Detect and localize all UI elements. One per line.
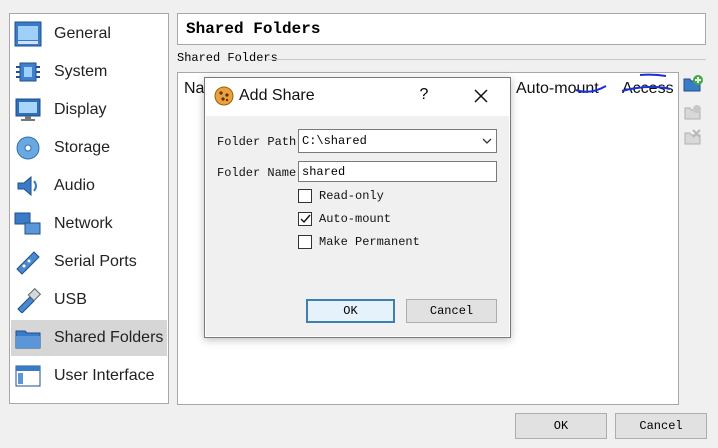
folder-name-label: Folder Name: <box>217 166 304 180</box>
sidebar-item-audio[interactable]: Audio <box>11 168 167 204</box>
folder-path-label: Folder Path: <box>217 135 304 149</box>
cancel-button[interactable]: Cancel <box>615 413 707 439</box>
storage-icon <box>13 134 43 162</box>
sidebar-item-label: Serial Ports <box>54 253 137 270</box>
dialog-title: Add Share <box>239 87 315 104</box>
close-icon <box>471 89 491 110</box>
auto-mount-checkbox[interactable]: Auto-mount <box>298 211 391 227</box>
read-only-box[interactable] <box>298 189 312 203</box>
add-share-icon <box>683 74 703 99</box>
folder-path-value: C:\shared <box>302 134 367 148</box>
edit-share-icon <box>683 102 703 127</box>
folder-path-select[interactable]: C:\shared <box>298 129 497 153</box>
sidebar-item-serial-ports[interactable]: Serial Ports <box>11 244 167 280</box>
usb-icon <box>13 286 43 314</box>
make-permanent-box[interactable] <box>298 235 312 249</box>
chevron-down-icon <box>482 136 492 146</box>
group-label: Shared Folders <box>177 51 278 65</box>
sidebar-item-label: Audio <box>54 177 95 194</box>
network-icon <box>13 210 43 238</box>
group-divider <box>268 59 706 60</box>
sidebar-item-user-interface[interactable]: User Interface <box>11 358 167 394</box>
add-share-dialog: Add Share ? Folder Path: C:\shared Folde… <box>204 77 511 338</box>
read-only-checkbox[interactable]: Read-only <box>298 188 384 204</box>
sidebar-item-display[interactable]: Display <box>11 92 167 128</box>
auto-mount-box[interactable] <box>298 212 312 226</box>
audio-icon <box>13 172 43 200</box>
display-icon <box>13 96 43 124</box>
sidebar-item-label: Display <box>54 101 107 118</box>
edit-share-button[interactable] <box>682 104 704 124</box>
remove-share-icon <box>683 127 703 152</box>
dialog-cancel-button[interactable]: Cancel <box>406 299 497 323</box>
sidebar-item-system[interactable]: System <box>11 54 167 90</box>
remove-share-button[interactable] <box>682 127 704 152</box>
dialog-body: Folder Path: C:\shared Folder Name: shar… <box>206 116 509 336</box>
settings-sidebar: General System Display Storage Audio Net… <box>9 13 169 404</box>
make-permanent-label: Make Permanent <box>319 235 420 249</box>
sidebar-item-network[interactable]: Network <box>11 206 167 242</box>
dialog-ok-button[interactable]: OK <box>306 299 395 323</box>
user-interface-icon <box>13 362 43 390</box>
cookie-icon <box>214 86 234 106</box>
make-permanent-checkbox[interactable]: Make Permanent <box>298 234 420 250</box>
help-button[interactable]: ? <box>417 86 431 104</box>
serial-ports-icon <box>13 248 43 276</box>
sidebar-item-label: USB <box>54 291 87 308</box>
page-title: Shared Folders <box>177 13 706 45</box>
sidebar-item-general[interactable]: General <box>11 16 167 52</box>
sidebar-item-label: Shared Folders <box>54 329 164 346</box>
read-only-label: Read-only <box>319 189 384 203</box>
auto-mount-label: Auto-mount <box>319 212 392 226</box>
ok-button[interactable]: OK <box>515 413 607 439</box>
sidebar-item-usb[interactable]: USB <box>11 282 167 318</box>
sidebar-item-storage[interactable]: Storage <box>11 130 167 166</box>
folder-name-value: shared <box>302 164 346 179</box>
sidebar-item-label: Network <box>54 215 113 232</box>
system-icon <box>13 58 43 86</box>
checkmark-icon <box>300 214 311 224</box>
shared-folders-icon <box>13 324 43 352</box>
sidebar-item-label: General <box>54 25 111 42</box>
sidebar-item-label: Storage <box>54 139 111 156</box>
sidebar-item-label: System <box>54 63 108 80</box>
sidebar-item-shared-folders[interactable]: Shared Folders <box>11 320 167 356</box>
sidebar-item-label: User Interface <box>54 367 155 384</box>
general-icon <box>13 20 43 48</box>
close-button[interactable] <box>471 86 491 106</box>
add-share-button[interactable] <box>682 74 704 99</box>
folder-name-field[interactable]: shared <box>298 161 497 182</box>
